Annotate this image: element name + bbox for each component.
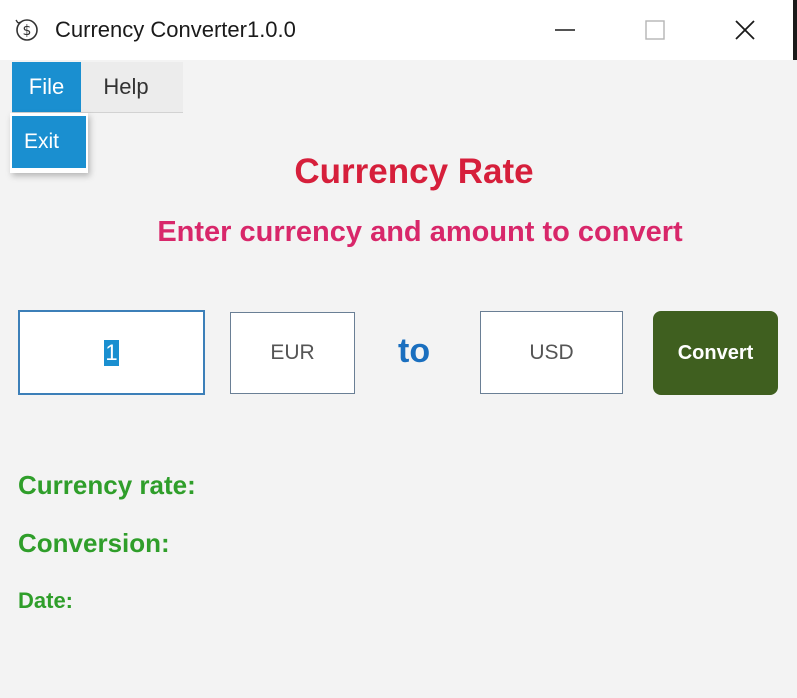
minimize-icon [555,29,575,31]
window-title: Currency Converter1.0.0 [55,17,296,42]
conversion-label: Conversion: [18,528,170,558]
title-bar[interactable]: $ Currency Converter1.0.0 [0,0,793,60]
to-currency-input[interactable]: USD [480,311,623,394]
window-edge [793,0,797,60]
amount-input[interactable]: 1 [18,310,205,395]
close-button[interactable] [700,0,790,60]
menu-file[interactable]: File [12,62,81,112]
page-subtitle: Enter currency and amount to convert [157,216,683,248]
app-window: $ Currency Converter1.0.0 File Help Exit… [0,0,797,698]
minimize-button[interactable] [520,0,610,60]
menu-bar: File Help [12,62,183,113]
to-currency-value: USD [529,340,574,364]
convert-button[interactable]: Convert [653,311,778,395]
from-currency-input[interactable]: EUR [230,312,355,394]
maximize-icon [645,20,665,40]
from-currency-value: EUR [270,341,315,364]
page-title: Currency Rate [294,152,534,191]
amount-value: 1 [104,339,119,366]
currency-rate-label: Currency rate: [18,470,196,500]
date-label: Date: [18,588,74,613]
to-label: to [398,332,431,370]
svg-text:$: $ [23,23,32,39]
maximize-button[interactable] [610,0,700,60]
close-icon [735,20,755,40]
currency-app-icon: $ [15,19,38,41]
menu-help[interactable]: Help [84,62,168,112]
